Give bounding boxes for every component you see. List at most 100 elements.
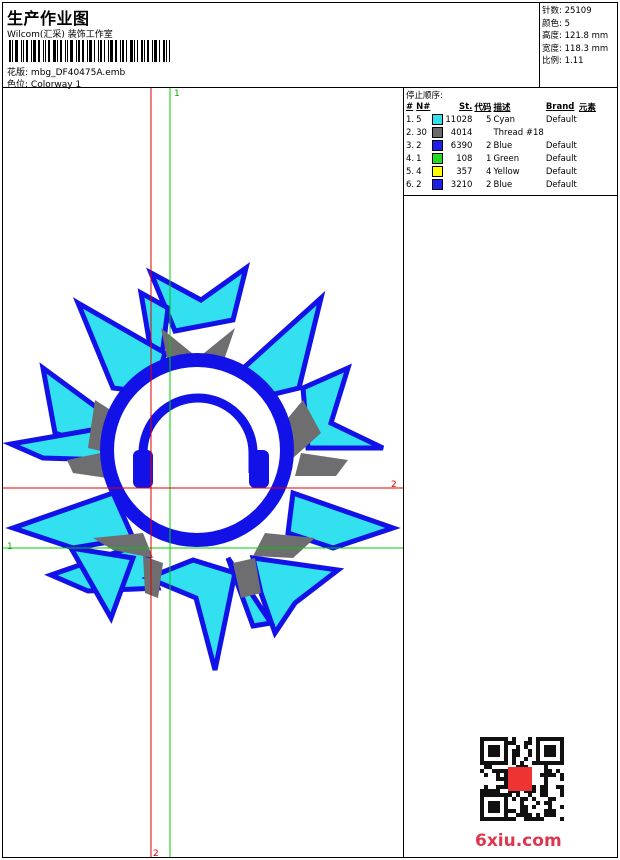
cell-n: 30 [416,127,427,138]
qr-module [528,813,532,817]
qr-module [536,813,540,817]
barcode-bar [152,40,153,62]
qr-module [544,749,548,753]
qr-module [480,813,484,817]
qr-module [544,761,548,765]
cell-num: 6. [406,179,415,190]
production-sheet: 生产作业图 Wilcom(汇采) 装饰工作室 花版: mbg_DF40475A.… [0,0,620,860]
qr-module [532,785,536,789]
qr-module [484,765,488,769]
barcode-bar [130,40,133,62]
qr-module [504,817,508,821]
qr-module [492,789,496,793]
barcode-bar [122,40,124,62]
qr-module [504,749,508,753]
cell-desc: Yellow [493,166,520,177]
qr-module [556,737,560,741]
qr-module [480,737,484,741]
qr-module [504,757,508,761]
barcode-bar [100,40,102,62]
qr-module [552,809,556,813]
qr-module [488,801,492,805]
qr-module [480,741,484,745]
qr-module [504,753,508,757]
qr-module [544,773,548,777]
qr-module [560,805,564,809]
barcode-bar [89,40,92,62]
qr-module [504,741,508,745]
barcode-bar [166,40,167,62]
qr-module [556,761,560,765]
qr-module [524,813,528,817]
qr-module [532,797,536,801]
barcode-bar [147,40,149,62]
qr-module [484,789,488,793]
qr-module [504,737,508,741]
qr-module [480,769,484,773]
qr-module [540,817,544,821]
qr-module [544,769,548,773]
qr-module [512,757,516,761]
qr-module [544,737,548,741]
qr-module [480,757,484,761]
color-swatch [432,166,444,177]
cell-code: 2 [486,179,492,190]
qr-module [504,773,508,777]
qr-module [492,805,496,809]
table-row: 2. 30 4014 Thread #18 [405,126,597,139]
qr-module [496,745,500,749]
qr-module [536,741,540,745]
qr-module [516,793,520,797]
qr-module [552,753,556,757]
qr-module [484,737,488,741]
qr-module [548,797,552,801]
cell-brand: Default [545,140,577,151]
qr-module [520,801,524,805]
qr-module [492,793,496,797]
qr-module [496,789,500,793]
qr-module [512,797,516,801]
cell-n: 5 [416,114,422,125]
qr-module [492,761,496,765]
qr-module [488,809,492,813]
red-guide-label-bottom: 2 [153,849,159,857]
qr-module [496,785,500,789]
barcode-bar [159,40,160,62]
cell-st: 6390 [450,140,473,151]
barcode-bar [78,40,80,62]
qr-module [480,793,484,797]
qr-module [508,793,512,797]
barcode-bar [134,40,135,62]
cell-num: 1. [406,114,415,125]
qr-module [488,765,492,769]
company-name: Wilcom(汇采) 装饰工作室 [7,30,113,40]
qr-module [556,769,560,773]
qr-module [560,789,564,793]
qr-module [496,773,500,777]
qr-module [544,781,548,785]
barcode-bar [21,40,22,62]
cell-n: 4 [416,166,422,177]
qr-module [508,817,512,821]
stats-panel: 针数: 25109 颜色: 5 高度: 121.8 mm 宽度: 118.3 m… [539,2,618,88]
qr-module [548,809,552,813]
left-earcup [133,450,153,488]
color-swatch [432,127,444,138]
qr-module [504,813,508,817]
qr-module [504,805,508,809]
barcode-bar [94,40,95,62]
barcode-bar [23,40,24,62]
cell-elem [578,152,597,165]
qr-module [500,769,504,773]
qr-module [524,741,528,745]
cell-brand: Default [545,179,577,190]
qr-module [552,737,556,741]
qr-module [548,769,552,773]
stat-colors: 颜色: 5 [542,18,570,29]
qr-module [540,785,544,789]
qr-module [488,761,492,765]
qr-module [548,805,552,809]
cell-st: 3210 [450,179,473,190]
qr-module [516,749,520,753]
qr-module [544,789,548,793]
